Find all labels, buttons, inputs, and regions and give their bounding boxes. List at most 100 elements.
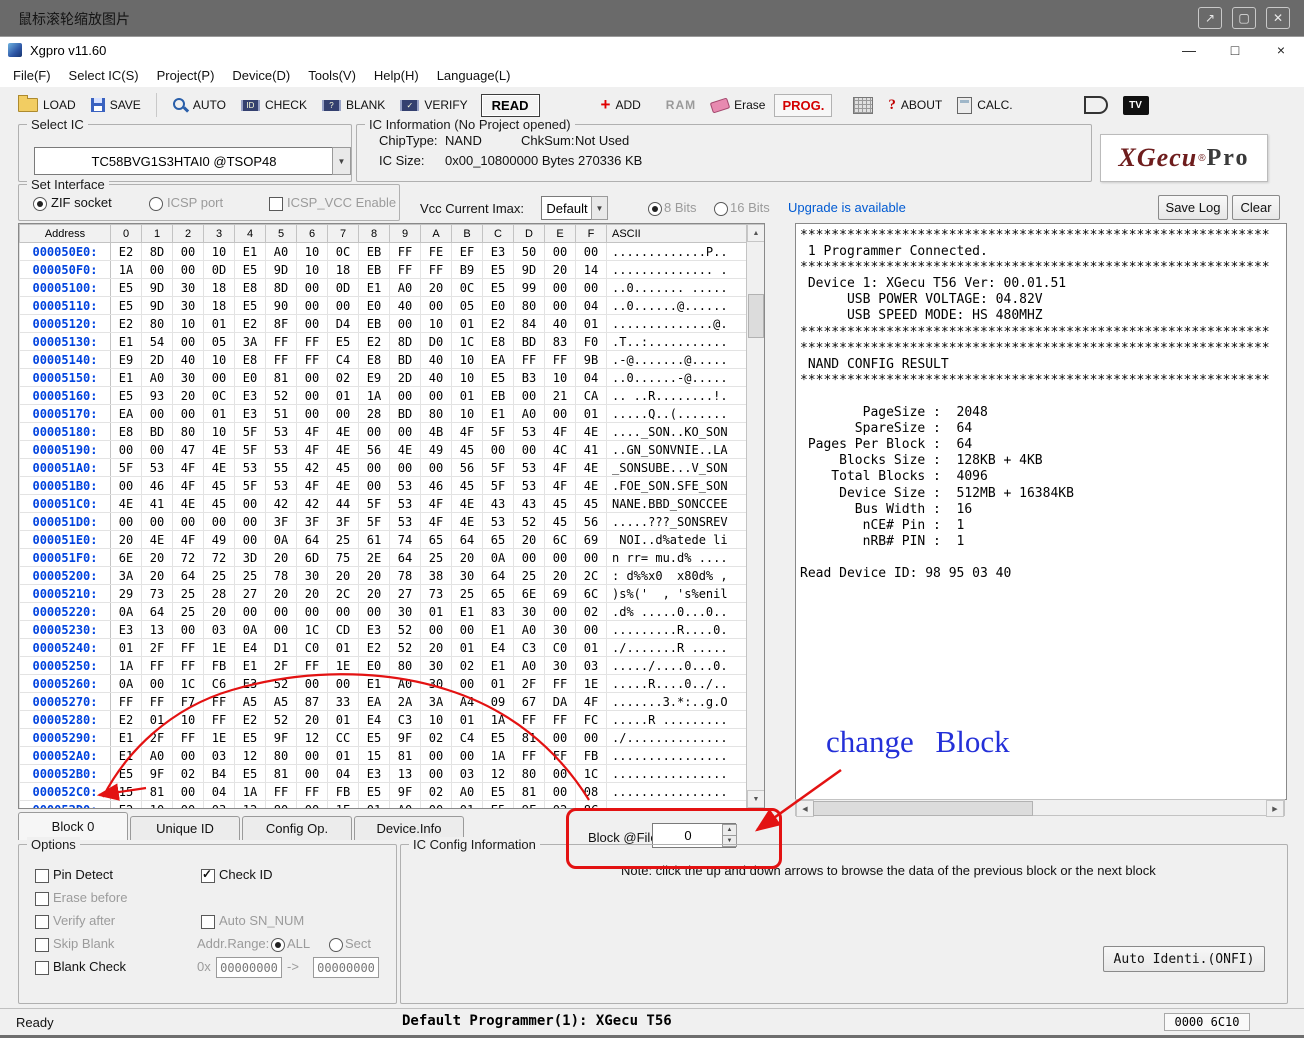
hex-byte-cell[interactable]: 64: [452, 531, 483, 549]
hex-byte-cell[interactable]: E1: [111, 729, 142, 747]
hex-byte-cell[interactable]: 18: [204, 297, 235, 315]
hex-byte-cell[interactable]: 15: [111, 783, 142, 801]
hex-byte-cell[interactable]: 10: [452, 369, 483, 387]
hex-byte-cell[interactable]: E5: [111, 387, 142, 405]
hex-byte-cell[interactable]: FF: [297, 333, 328, 351]
hex-byte-cell[interactable]: 53: [514, 459, 545, 477]
hex-byte-cell[interactable]: 00: [576, 243, 607, 261]
hex-byte-cell[interactable]: 10: [173, 315, 204, 333]
hex-byte-cell[interactable]: E8: [359, 351, 390, 369]
hex-byte-cell[interactable]: 00: [297, 279, 328, 297]
blank-button[interactable]: ? BLANK: [316, 95, 391, 115]
hex-byte-cell[interactable]: C6: [204, 675, 235, 693]
hex-byte-cell[interactable]: 00: [328, 297, 359, 315]
tab-config-op[interactable]: Config Op.: [242, 816, 352, 840]
hex-byte-cell[interactable]: 43: [483, 495, 514, 513]
hex-byte-cell[interactable]: A0: [142, 747, 173, 765]
hex-byte-cell[interactable]: 0A: [235, 621, 266, 639]
open-external-icon[interactable]: ↗: [1198, 7, 1222, 29]
hex-byte-cell[interactable]: E5: [328, 333, 359, 351]
hex-byte-cell[interactable]: 4E: [204, 441, 235, 459]
hex-byte-cell[interactable]: 00: [297, 765, 328, 783]
hex-byte-cell[interactable]: 42: [297, 495, 328, 513]
ic-name-dropdown-button[interactable]: ▼: [332, 147, 351, 175]
hex-byte-cell[interactable]: FF: [297, 657, 328, 675]
hex-byte-cell[interactable]: 00: [173, 801, 204, 810]
hex-byte-cell[interactable]: 69: [545, 585, 576, 603]
hex-byte-cell[interactable]: 4E: [328, 441, 359, 459]
vcc-combobox[interactable]: Default: [541, 196, 593, 220]
hex-byte-cell[interactable]: C0: [545, 639, 576, 657]
hex-byte-cell[interactable]: FF: [204, 711, 235, 729]
hex-byte-cell[interactable]: 4E: [142, 531, 173, 549]
hex-byte-cell[interactable]: 30: [452, 567, 483, 585]
hex-byte-cell[interactable]: FF: [173, 729, 204, 747]
hex-byte-cell[interactable]: 01: [142, 711, 173, 729]
hex-byte-cell[interactable]: FF: [142, 693, 173, 711]
hex-byte-cell[interactable]: 00: [173, 621, 204, 639]
check-id-checkbox[interactable]: [201, 869, 215, 883]
hex-byte-cell[interactable]: 30: [421, 675, 452, 693]
skip-blank-checkbox[interactable]: [35, 938, 49, 952]
hex-byte-cell[interactable]: E4: [235, 639, 266, 657]
hex-byte-cell[interactable]: 1A: [111, 657, 142, 675]
hex-byte-cell[interactable]: 5F: [235, 423, 266, 441]
hex-byte-cell[interactable]: 00: [545, 765, 576, 783]
tab-block0[interactable]: Block 0: [18, 812, 128, 840]
hex-byte-cell[interactable]: 9F: [514, 801, 545, 810]
hex-byte-cell[interactable]: 80: [514, 297, 545, 315]
bits8-radio[interactable]: [648, 202, 662, 216]
zif-socket-radio[interactable]: [33, 197, 47, 211]
hex-byte-cell[interactable]: 6C: [576, 585, 607, 603]
hex-byte-cell[interactable]: 3A: [235, 333, 266, 351]
hex-vertical-scrollbar[interactable]: ▲ ▼: [746, 224, 764, 808]
hex-byte-cell[interactable]: 0D: [328, 279, 359, 297]
hex-byte-cell[interactable]: 00: [297, 369, 328, 387]
hex-byte-cell[interactable]: 00: [452, 675, 483, 693]
scrollbar-thumb[interactable]: [748, 294, 764, 338]
hex-byte-cell[interactable]: 51: [266, 405, 297, 423]
hex-byte-cell[interactable]: FF: [390, 261, 421, 279]
hex-byte-cell[interactable]: E5: [483, 279, 514, 297]
hex-byte-cell[interactable]: FF: [297, 351, 328, 369]
hex-byte-cell[interactable]: 0A: [111, 675, 142, 693]
hex-byte-cell[interactable]: F7: [173, 693, 204, 711]
hex-byte-cell[interactable]: EB: [359, 261, 390, 279]
hex-byte-cell[interactable]: 20: [142, 567, 173, 585]
hex-byte-cell[interactable]: 30: [421, 657, 452, 675]
hex-byte-cell[interactable]: EB: [359, 315, 390, 333]
hex-byte-cell[interactable]: 25: [421, 549, 452, 567]
hex-byte-cell[interactable]: 4B: [421, 423, 452, 441]
erase-before-checkbox[interactable]: [35, 892, 49, 906]
hex-byte-cell[interactable]: 10: [452, 351, 483, 369]
hex-byte-cell[interactable]: 25: [235, 567, 266, 585]
hex-byte-cell[interactable]: B9: [452, 261, 483, 279]
hex-byte-cell[interactable]: E5: [111, 279, 142, 297]
hex-byte-cell[interactable]: 5F: [359, 495, 390, 513]
hex-byte-cell[interactable]: 4F: [297, 423, 328, 441]
hex-byte-cell[interactable]: 02: [328, 369, 359, 387]
hex-byte-cell[interactable]: E1: [359, 675, 390, 693]
hex-byte-cell[interactable]: B4: [204, 765, 235, 783]
hex-byte-cell[interactable]: E5: [235, 297, 266, 315]
hex-byte-cell[interactable]: 5F: [483, 459, 514, 477]
scroll-up-icon[interactable]: ▲: [747, 224, 765, 242]
hex-byte-cell[interactable]: 4F: [545, 459, 576, 477]
hex-byte-cell[interactable]: E4: [359, 711, 390, 729]
hex-byte-cell[interactable]: 03: [204, 621, 235, 639]
hex-byte-cell[interactable]: FF: [142, 657, 173, 675]
hex-byte-cell[interactable]: 00: [545, 297, 576, 315]
hex-byte-cell[interactable]: E8: [483, 333, 514, 351]
hex-byte-cell[interactable]: 9D: [142, 297, 173, 315]
hex-byte-cell[interactable]: 01: [421, 603, 452, 621]
hex-byte-cell[interactable]: 00: [142, 261, 173, 279]
hex-byte-cell[interactable]: 28: [204, 585, 235, 603]
hex-byte-cell[interactable]: 81: [266, 765, 297, 783]
hex-byte-cell[interactable]: E1: [111, 333, 142, 351]
hex-byte-cell[interactable]: E9: [111, 351, 142, 369]
hex-byte-cell[interactable]: 45: [452, 477, 483, 495]
hex-byte-cell[interactable]: EA: [111, 405, 142, 423]
maximize-icon[interactable]: □: [1212, 37, 1258, 63]
hex-byte-cell[interactable]: E3: [235, 387, 266, 405]
hex-byte-cell[interactable]: 40: [421, 369, 452, 387]
